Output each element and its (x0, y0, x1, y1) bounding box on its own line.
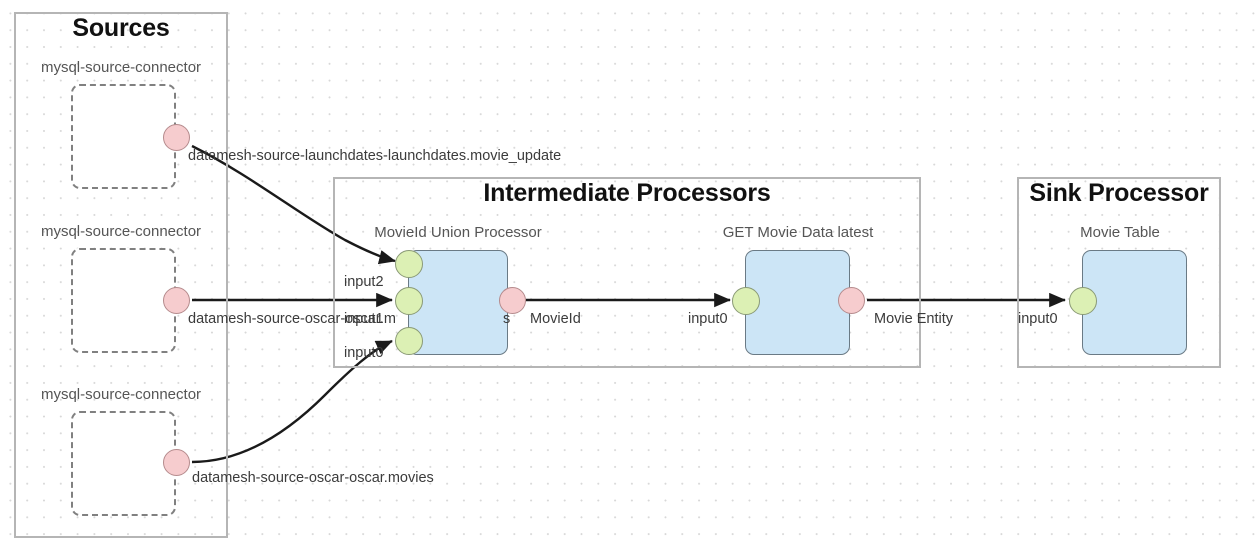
group-title-sink: Sink Processor (1029, 179, 1209, 207)
edge-label-oscar-movies: datamesh-source-oscar-oscar.movies (192, 470, 434, 486)
getmovie-output-port[interactable] (838, 287, 865, 314)
edge-label-movieid: MovieId (530, 311, 581, 327)
source-node-1[interactable] (71, 248, 176, 353)
processor-label-getmovie: GET Movie Data latest (722, 224, 874, 241)
edge-label-union-output-overlap: s (503, 311, 511, 327)
getmovie-input-port[interactable] (732, 287, 760, 315)
source-output-port-2[interactable] (163, 449, 190, 476)
source-node-0[interactable] (71, 84, 176, 189)
port-label-getmovie-input0: input0 (688, 311, 728, 327)
processor-label-union: MovieId Union Processor (374, 224, 542, 241)
source-output-port-0[interactable] (163, 124, 190, 151)
union-input-port-input1[interactable] (395, 287, 423, 315)
group-title-intermediate: Intermediate Processors (483, 179, 771, 207)
source-label-2: mysql-source-connector (40, 386, 202, 403)
port-label-sink-input0: input0 (1018, 311, 1058, 327)
edge-label-launchdates: datamesh-source-launchdates-launchdates.… (188, 148, 562, 164)
union-input-port-input0[interactable] (395, 327, 423, 355)
sink-label-movie-table: Movie Table (1080, 224, 1160, 241)
port-label-union-input2: input2 (344, 274, 384, 290)
source-node-2[interactable] (71, 411, 176, 516)
processor-node-getmovie[interactable] (745, 250, 850, 355)
processor-node-union[interactable] (408, 250, 508, 355)
union-input-port-input2[interactable] (395, 250, 423, 278)
pipeline-diagram-canvas: Sources mysql-source-connector mysql-sou… (0, 0, 1256, 546)
edge-label-movie-entity: Movie Entity (874, 311, 953, 327)
source-output-port-1[interactable] (163, 287, 190, 314)
port-label-union-input0: input0 (344, 345, 384, 361)
sink-input-port[interactable] (1069, 287, 1097, 315)
group-title-sources: Sources (72, 14, 170, 42)
source-label-0: mysql-source-connector (40, 59, 202, 76)
source-label-1: mysql-source-connector (40, 223, 202, 240)
union-output-port[interactable] (499, 287, 526, 314)
sink-node-movie-table[interactable] (1082, 250, 1187, 355)
edge-label-oscar-mid: datamesh-source-oscar-oscar.m (188, 311, 396, 327)
